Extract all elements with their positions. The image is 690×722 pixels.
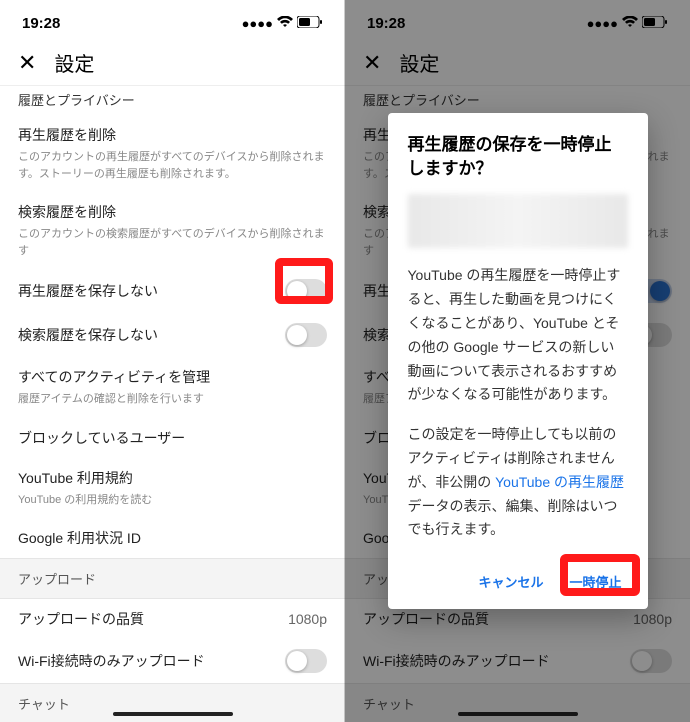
phone-right: 19:28 ●●●● ✕ 設定 履歴とプライバシー 再生履歴を削除 このアカウン… bbox=[345, 0, 690, 722]
row-pause-search-history[interactable]: 検索履歴を保存しない bbox=[0, 313, 345, 357]
section-upload-header: アップロード bbox=[0, 558, 345, 599]
signal-icon: ●●●● bbox=[242, 16, 273, 31]
row-delete-watch-history[interactable]: 再生履歴を削除 このアカウントの再生履歴がすべてのデバイスから削除されます。スト… bbox=[0, 115, 345, 192]
wifi-icon bbox=[277, 15, 293, 32]
row-youtube-terms[interactable]: YouTube 利用規約 YouTube の利用規約を読む bbox=[0, 458, 345, 519]
confirm-pause-button[interactable]: 一時停止 bbox=[563, 564, 627, 599]
cancel-button[interactable]: キャンセル bbox=[472, 564, 549, 599]
status-time: 19:28 bbox=[22, 15, 60, 32]
row-wifi-only-upload[interactable]: Wi-Fi接続時のみアップロード bbox=[0, 639, 345, 683]
close-icon[interactable]: ✕ bbox=[18, 50, 36, 76]
row-google-usage-id[interactable]: Google 利用状況 ID bbox=[0, 518, 345, 558]
toggle-wifi-upload[interactable] bbox=[285, 649, 327, 673]
dialog-scrim[interactable]: 再生履歴の保存を一時停止しますか？ YouTube の再生履歴を一時停止すると、… bbox=[345, 0, 690, 722]
toggle-pause-search[interactable] bbox=[285, 323, 327, 347]
toggle-pause-watch[interactable] bbox=[285, 279, 327, 303]
row-blocked-users[interactable]: ブロックしているユーザー bbox=[0, 418, 345, 458]
row-manage-activity[interactable]: すべてのアクティビティを管理 履歴アイテムの確認と削除を行います bbox=[0, 357, 345, 418]
dialog-account-info-redacted bbox=[408, 194, 628, 248]
status-bar: 19:28 ●●●● bbox=[0, 0, 345, 40]
battery-icon bbox=[297, 15, 323, 32]
youtube-history-link[interactable]: YouTube の再生履歴 bbox=[495, 474, 624, 490]
section-chat-header: チャット bbox=[0, 683, 345, 722]
status-icons: ●●●● bbox=[242, 15, 323, 32]
row-upload-quality[interactable]: アップロードの品質 1080p bbox=[0, 599, 345, 639]
dialog-body: YouTube の再生履歴を一時停止すると、再生した動画を見つけにくくなることが… bbox=[408, 264, 628, 542]
pause-history-dialog: 再生履歴の保存を一時停止しますか？ YouTube の再生履歴を一時停止すると、… bbox=[388, 113, 648, 609]
page-title: 設定 bbox=[54, 48, 94, 77]
dialog-title: 再生履歴の保存を一時停止しますか？ bbox=[408, 133, 628, 181]
phone-left: 19:28 ●●●● ✕ 設定 履歴とプライバシー 再生履歴を削除 このアカウン… bbox=[0, 0, 345, 722]
row-pause-watch-history[interactable]: 再生履歴を保存しない bbox=[0, 269, 345, 313]
section-history-privacy: 履歴とプライバシー bbox=[0, 86, 345, 115]
row-delete-search-history[interactable]: 検索履歴を削除 このアカウントの検索履歴がすべてのデバイスから削除されます bbox=[0, 192, 345, 269]
home-indicator[interactable] bbox=[113, 712, 233, 716]
settings-header: ✕ 設定 bbox=[0, 40, 345, 86]
